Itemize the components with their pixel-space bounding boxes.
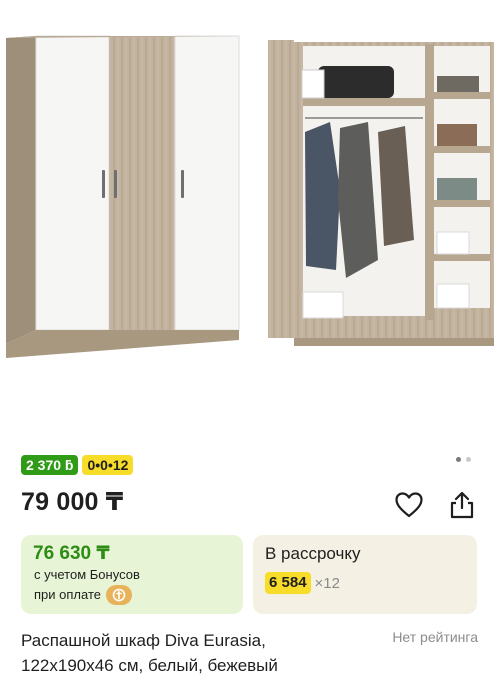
rating-status[interactable]: Нет рейтинга [392, 629, 478, 645]
share-button[interactable] [447, 490, 477, 520]
bonus-note: с учетом Бонусов [34, 567, 140, 582]
promo-badges: 2 370 ƃ 0•0•12 [21, 455, 134, 475]
favorite-button[interactable] [394, 490, 424, 520]
installment-card[interactable]: В рассрочку 6 584 ×12 [253, 535, 477, 614]
bonus-badge: 2 370 ƃ [21, 455, 79, 475]
bonus-price: 76 630 ₸ [33, 543, 110, 564]
payment-note-label: при оплате [34, 587, 101, 602]
pagination-dot-active[interactable] [456, 457, 461, 462]
payment-note: при оплате [34, 585, 231, 605]
pagination-dot[interactable] [466, 457, 471, 462]
product-image-gallery[interactable] [0, 0, 499, 445]
installment-amount: 6 584 [265, 572, 311, 594]
heart-icon [395, 492, 423, 518]
installment-title: В рассрочку [265, 544, 361, 563]
bonus-price-card[interactable]: 76 630 ₸ с учетом Бонусов при оплате [21, 535, 243, 614]
product-price: 79 000 ₸ [21, 488, 124, 516]
installment-badge: 0•0•12 [82, 455, 134, 475]
product-title: Распашной шкаф Diva Eurasia, 122х190х46 … [21, 631, 278, 675]
kaspi-coin-icon [105, 585, 132, 605]
share-icon [450, 491, 474, 519]
gallery-pagination [456, 457, 471, 462]
installment-multiplier: ×12 [314, 574, 340, 592]
wardrobe-image [6, 35, 494, 358]
